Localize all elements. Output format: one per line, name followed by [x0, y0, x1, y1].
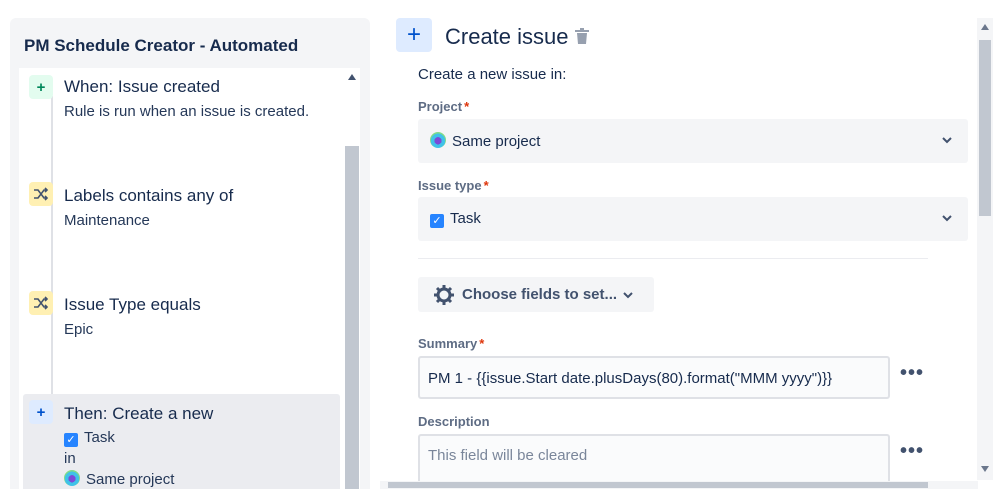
issue-type-select[interactable]: ✓ Task: [418, 197, 968, 241]
intro-text: Create a new issue in:: [418, 66, 567, 83]
step-title: Labels contains any of: [64, 186, 234, 205]
plus-icon: +: [29, 75, 53, 99]
rule-sidebar: PM Schedule Creator - Automated + When: …: [10, 18, 370, 489]
issue-type-label: Issue type *: [418, 178, 489, 193]
summary-value: PM 1 - {{issue.Start date.plusDays(80).f…: [428, 370, 833, 387]
rule-steps-list: + When: Issue created Rule is run when a…: [19, 68, 344, 489]
scroll-thumb[interactable]: [345, 146, 359, 489]
project-select[interactable]: Same project: [418, 119, 968, 163]
label-text: Summary: [418, 336, 478, 351]
project-label: Project *: [418, 99, 469, 114]
scroll-down-icon[interactable]: [981, 466, 989, 472]
checkbox-icon: ✓: [64, 433, 78, 447]
description-input[interactable]: This field will be cleared: [418, 434, 890, 486]
project-icon: [430, 132, 446, 148]
choose-fields-button[interactable]: Choose fields to set...: [418, 277, 654, 312]
step-condition-labels[interactable]: Labels contains any of Maintenance: [19, 176, 344, 276]
project-icon: [64, 470, 80, 486]
chevron-down-icon: [942, 215, 952, 222]
action-config-panel: + Create issue Create a new issue in: Pr…: [372, 0, 999, 489]
step-subtitle: Rule is run when an issue is created.: [64, 103, 310, 120]
step-action-create[interactable]: + Then: Create a new ✓ Task in Same proje…: [23, 394, 340, 489]
label-text: Project: [418, 99, 463, 114]
chevron-down-icon: [942, 137, 952, 144]
project-value: Same project: [452, 133, 541, 150]
summary-label: Summary *: [418, 336, 484, 351]
step-title: Issue Type equals: [64, 295, 201, 314]
scroll-up-icon[interactable]: [348, 74, 356, 80]
step-trigger[interactable]: + When: Issue created Rule is run when a…: [19, 68, 344, 168]
label-text: Issue type: [418, 178, 482, 193]
description-label: Description: [418, 414, 490, 429]
select-value: ✓ Task: [430, 210, 481, 228]
choose-fields-label: Choose fields to set...: [462, 286, 618, 303]
left-scrollbar[interactable]: [344, 68, 360, 489]
step-title: When: Issue created: [64, 77, 220, 96]
right-scrollbar[interactable]: [977, 18, 993, 480]
step-detail-type: ✓ Task: [64, 429, 115, 447]
select-value: Same project: [430, 132, 540, 150]
required-mark: *: [464, 99, 470, 114]
panel-title: Create issue: [445, 24, 569, 49]
step-subtitle: Maintenance: [64, 212, 150, 229]
gear-icon: [434, 285, 454, 305]
trash-icon[interactable]: [575, 28, 589, 44]
action-plus-icon: +: [396, 18, 432, 52]
step-title: Then: Create a new: [64, 404, 214, 423]
description-placeholder: This field will be cleared: [428, 447, 588, 464]
issue-type-text: Task: [84, 429, 115, 446]
scroll-up-icon[interactable]: [981, 24, 989, 30]
issue-type-value: Task: [450, 210, 481, 227]
checkbox-icon: ✓: [430, 214, 444, 228]
scroll-thumb[interactable]: [979, 40, 991, 216]
step-condition-issue-type[interactable]: Issue Type equals Epic: [19, 285, 344, 385]
summary-more-button[interactable]: •••: [900, 362, 924, 385]
required-mark: *: [479, 336, 485, 351]
step-detail-in: in: [64, 450, 76, 467]
shuffle-icon: [29, 182, 53, 206]
scroll-thumb[interactable]: [388, 482, 928, 488]
description-more-button[interactable]: •••: [900, 440, 924, 463]
plus-icon: +: [29, 400, 53, 424]
project-text: Same project: [86, 471, 175, 488]
chevron-down-icon: [623, 292, 633, 299]
summary-input[interactable]: PM 1 - {{issue.Start date.plusDays(80).f…: [418, 356, 890, 399]
rule-title: PM Schedule Creator - Automated: [24, 36, 299, 55]
section-divider: [418, 258, 928, 259]
horizontal-scrollbar[interactable]: [380, 481, 978, 489]
required-mark: *: [483, 178, 489, 193]
step-subtitle: Epic: [64, 321, 94, 338]
step-detail-project: Same project: [64, 470, 174, 488]
shuffle-icon: [29, 291, 53, 315]
